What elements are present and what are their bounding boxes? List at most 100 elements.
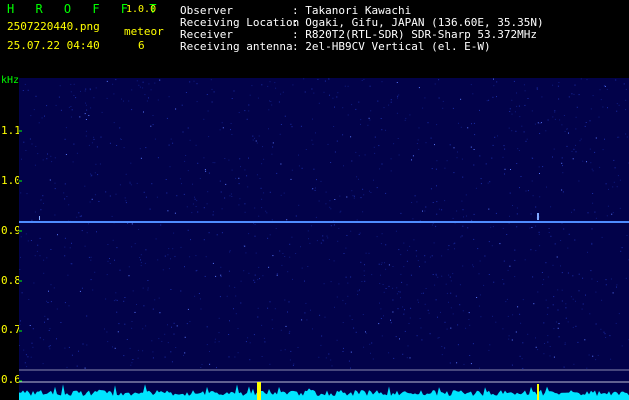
noise-speckle bbox=[64, 138, 66, 140]
noise-speckle bbox=[73, 83, 75, 85]
noise-speckle bbox=[465, 327, 467, 329]
noise-speckle bbox=[612, 186, 614, 188]
noise-speckle bbox=[397, 138, 399, 139]
noise-speckle bbox=[527, 190, 529, 192]
noise-speckle bbox=[155, 238, 157, 240]
noise-speckle bbox=[132, 290, 134, 292]
noise-speckle bbox=[542, 166, 544, 168]
noise-speckle bbox=[599, 89, 601, 91]
image-filename: 2507220440.png bbox=[7, 20, 100, 33]
noise-speckle bbox=[353, 197, 355, 199]
noise-speckle bbox=[254, 207, 256, 209]
noise-speckle bbox=[447, 249, 449, 251]
noise-speckle bbox=[129, 182, 131, 184]
noise-speckle bbox=[165, 179, 167, 180]
noise-speckle bbox=[50, 249, 52, 250]
noise-speckle bbox=[510, 169, 511, 170]
noise-speckle bbox=[320, 180, 322, 182]
noise-speckle bbox=[462, 225, 464, 227]
noise-speckle bbox=[547, 341, 549, 343]
noise-speckle bbox=[292, 278, 293, 280]
noise-speckle bbox=[298, 154, 299, 156]
noise-speckle bbox=[470, 363, 472, 365]
noise-speckle bbox=[140, 259, 141, 261]
noise-speckle bbox=[563, 366, 565, 368]
noise-speckle bbox=[383, 107, 385, 109]
noise-speckle bbox=[493, 85, 495, 87]
noise-speckle bbox=[599, 166, 601, 168]
noise-speckle bbox=[221, 232, 223, 234]
noise-speckle bbox=[231, 98, 233, 99]
noise-speckle bbox=[57, 234, 58, 236]
noise-speckle bbox=[282, 253, 284, 254]
noise-speckle bbox=[419, 220, 421, 221]
noise-speckle bbox=[610, 358, 612, 360]
noise-speckle bbox=[64, 347, 66, 349]
noise-speckle bbox=[507, 315, 509, 317]
noise-speckle bbox=[190, 239, 191, 241]
noise-speckle bbox=[587, 251, 588, 253]
noise-speckle bbox=[470, 84, 472, 86]
noise-speckle bbox=[477, 248, 479, 250]
noise-speckle bbox=[49, 179, 51, 181]
noise-speckle bbox=[19, 345, 20, 346]
noise-speckle bbox=[424, 97, 426, 99]
noise-speckle bbox=[493, 281, 495, 283]
noise-speckle bbox=[618, 136, 620, 138]
noise-speckle bbox=[136, 80, 138, 82]
noise-speckle bbox=[492, 226, 494, 228]
noise-speckle bbox=[238, 204, 240, 206]
meteor-counter-value: 6 bbox=[138, 39, 145, 52]
noise-speckle bbox=[172, 142, 174, 144]
noise-speckle bbox=[552, 156, 553, 158]
noise-speckle bbox=[229, 251, 231, 253]
noise-speckle bbox=[420, 327, 422, 329]
noise-speckle bbox=[325, 203, 327, 205]
noise-speckle bbox=[56, 308, 58, 310]
noise-speckle bbox=[140, 157, 142, 159]
noise-speckle bbox=[268, 109, 270, 111]
noise-speckle bbox=[203, 239, 205, 241]
noise-speckle bbox=[410, 307, 412, 309]
noise-speckle bbox=[184, 352, 186, 354]
noise-speckle bbox=[199, 178, 201, 179]
noise-speckle bbox=[320, 242, 322, 244]
noise-speckle bbox=[535, 206, 537, 208]
noise-speckle bbox=[563, 115, 565, 116]
noise-speckle bbox=[321, 335, 323, 337]
noise-speckle bbox=[225, 183, 227, 185]
noise-speckle bbox=[98, 201, 100, 202]
noise-speckle bbox=[323, 283, 325, 285]
y-tick-label: 0.6 bbox=[1, 373, 21, 386]
noise-speckle bbox=[402, 353, 404, 355]
noise-speckle bbox=[259, 178, 261, 179]
noise-speckle bbox=[47, 318, 49, 320]
noise-speckle bbox=[71, 263, 73, 265]
noise-speckle bbox=[550, 206, 552, 208]
noise-speckle bbox=[196, 200, 198, 202]
noise-speckle bbox=[184, 266, 185, 268]
noise-speckle bbox=[120, 139, 122, 140]
noise-speckle bbox=[144, 262, 146, 264]
noise-speckle bbox=[130, 364, 132, 366]
noise-speckle bbox=[591, 168, 593, 170]
noise-speckle bbox=[345, 247, 347, 249]
noise-speckle bbox=[522, 367, 524, 369]
noise-speckle bbox=[404, 309, 405, 311]
noise-speckle bbox=[580, 78, 582, 80]
noise-speckle bbox=[307, 230, 309, 232]
noise-speckle bbox=[79, 215, 81, 217]
noise-speckle bbox=[358, 155, 360, 157]
noise-speckle bbox=[385, 268, 387, 270]
meteor-counter-label: meteor bbox=[124, 25, 164, 38]
noise-speckle bbox=[470, 146, 472, 148]
noise-speckle bbox=[161, 340, 163, 342]
noise-speckle bbox=[436, 185, 437, 187]
noise-speckle bbox=[358, 178, 359, 180]
noise-speckle bbox=[422, 292, 424, 294]
noise-speckle bbox=[183, 354, 184, 356]
noise-speckle bbox=[411, 159, 412, 161]
noise-speckle bbox=[268, 128, 269, 130]
noise-speckle bbox=[106, 97, 108, 99]
noise-speckle bbox=[212, 262, 214, 264]
